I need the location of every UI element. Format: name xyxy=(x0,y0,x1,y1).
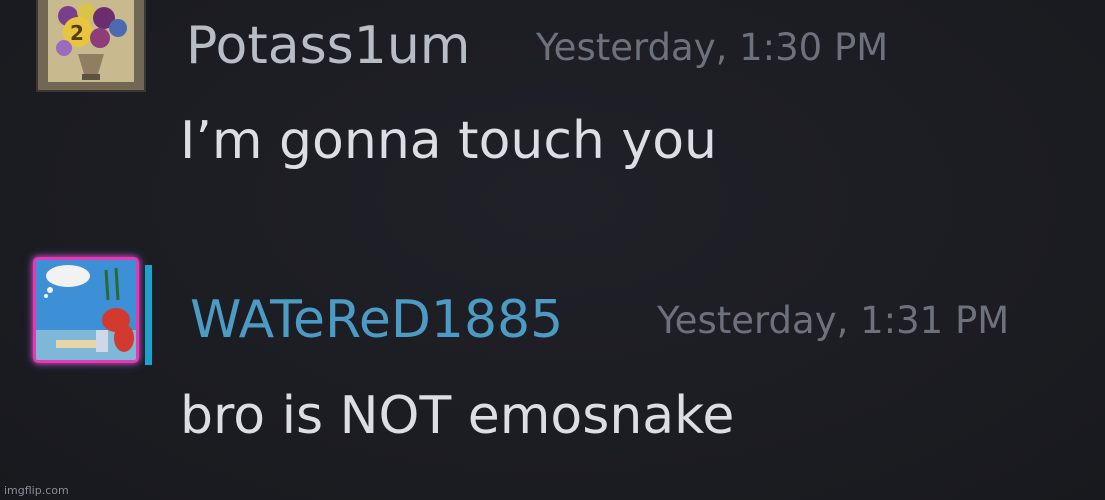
message-text: bro is NOT emosnake xyxy=(180,386,735,446)
chat-message: 2 Potass1um Yesterday, 1:30 PM I’m gonna… xyxy=(0,0,1105,200)
chat-message: WATeReD1885 Yesterday, 1:31 PM bro is NO… xyxy=(0,240,1105,460)
status-indicator xyxy=(145,265,152,365)
avatar[interactable]: 2 xyxy=(36,0,146,92)
timestamp: Yesterday, 1:30 PM xyxy=(536,26,889,69)
avatar-image: 2 xyxy=(38,0,144,90)
svg-text:2: 2 xyxy=(70,21,84,45)
username[interactable]: Potass1um xyxy=(186,20,470,72)
avatar-image xyxy=(36,260,136,360)
watermark: imgflip.com xyxy=(4,484,69,497)
timestamp: Yesterday, 1:31 PM xyxy=(657,299,1010,342)
username[interactable]: WATeReD1885 xyxy=(190,294,563,346)
chat-log: 2 Potass1um Yesterday, 1:30 PM I’m gonna… xyxy=(0,0,1105,500)
avatar[interactable] xyxy=(33,257,139,363)
message-text: I’m gonna touch you xyxy=(180,111,717,171)
